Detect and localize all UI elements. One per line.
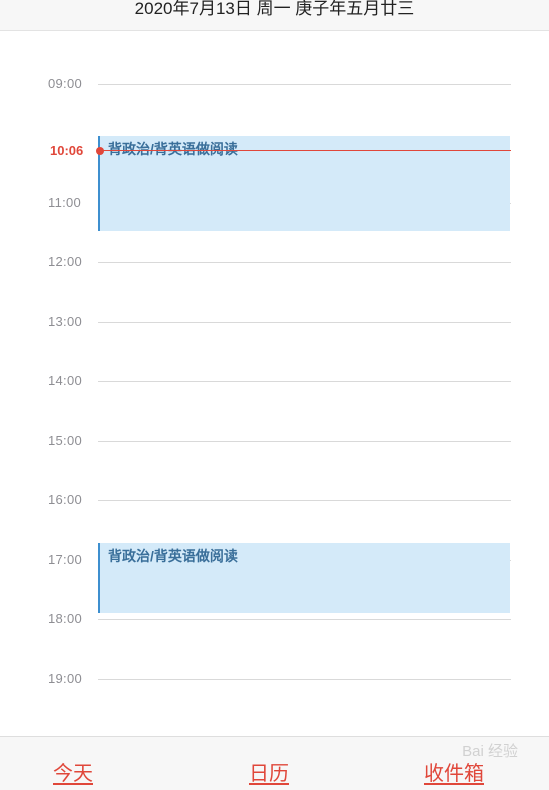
- hour-label: 19:00: [48, 671, 83, 686]
- hour-label: 13:00: [48, 314, 83, 329]
- hour-row-1600: 16:00: [0, 491, 549, 511]
- current-time-line: [100, 150, 511, 151]
- event-title: 背政治/背英语做阅读: [108, 548, 238, 564]
- hour-label: 14:00: [48, 373, 83, 388]
- header-date: 2020年7月13日 周一 庚子年五月廿三: [134, 0, 415, 18]
- hour-gridline: [98, 679, 511, 680]
- hour-label: 15:00: [48, 433, 83, 448]
- hour-gridline: [98, 381, 511, 382]
- hour-row-1300: 13:00: [0, 313, 549, 333]
- date-header: 2020年7月13日 周一 庚子年五月廿三: [0, 0, 549, 31]
- hour-gridline: [98, 84, 511, 85]
- day-timeline[interactable]: 09:00 11:00 12:00 13:00 14:00 15:00 16:0…: [0, 0, 549, 789]
- watermark: Bai 经验: [462, 743, 518, 760]
- hour-label: 18:00: [48, 611, 83, 626]
- today-button[interactable]: 今天: [53, 757, 93, 786]
- hour-gridline: [98, 500, 511, 501]
- hour-gridline: [98, 262, 511, 263]
- hour-gridline: [98, 322, 511, 323]
- bottom-toolbar: 今天 日历 收件箱 Bai 经验: [0, 736, 549, 790]
- hour-label: 16:00: [48, 492, 83, 507]
- event-block-2[interactable]: 背政治/背英语做阅读: [98, 543, 510, 613]
- hour-row-1400: 14:00: [0, 372, 549, 392]
- hour-label: 12:00: [48, 254, 83, 269]
- hour-label: 17:00: [48, 552, 83, 567]
- hour-label: 09:00: [48, 76, 83, 91]
- inbox-button[interactable]: 收件箱: [424, 757, 484, 786]
- hour-row-1200: 12:00: [0, 253, 549, 273]
- hour-row-0900: 09:00: [0, 75, 549, 95]
- hour-gridline: [98, 619, 511, 620]
- hour-row-1900: 19:00: [0, 670, 549, 690]
- current-time-label: 10:06: [50, 143, 84, 158]
- current-time-dot: [96, 147, 104, 155]
- calendars-button[interactable]: 日历: [249, 757, 289, 786]
- current-time-indicator: 10:06: [0, 141, 549, 161]
- hour-row-1500: 15:00: [0, 432, 549, 452]
- hour-row-1800: 18:00: [0, 610, 549, 630]
- hour-gridline: [98, 441, 511, 442]
- hour-label: 11:00: [48, 195, 82, 210]
